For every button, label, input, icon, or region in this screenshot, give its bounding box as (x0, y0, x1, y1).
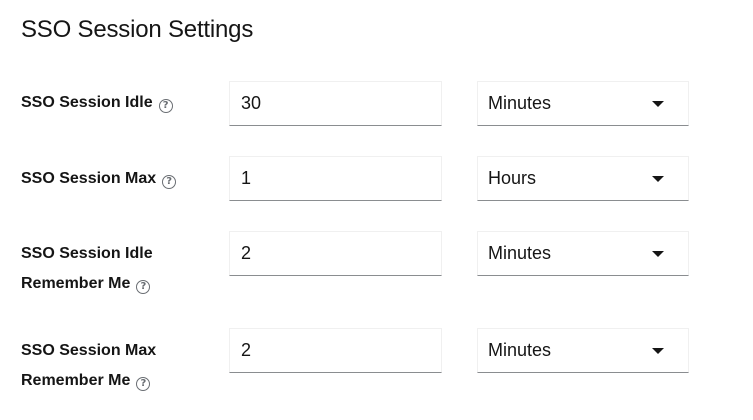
sso-session-max-input[interactable] (229, 156, 442, 201)
sso-session-idle-unit-select[interactable]: Minutes (477, 81, 689, 126)
sso-session-idle-remember-me-unit-value: Minutes (488, 243, 552, 263)
sso-session-max-remember-me-unit-value: Minutes (488, 340, 552, 360)
section-title: SSO Session Settings (21, 16, 254, 43)
sso-session-max-label-text: SSO Session Max (21, 170, 157, 187)
caret-down-icon (652, 251, 664, 257)
sso-session-max-unit-value: Hours (488, 168, 537, 188)
sso-session-idle-input[interactable] (229, 81, 442, 126)
sso-session-idle-label-text: SSO Session Idle (21, 94, 153, 111)
caret-down-icon (652, 176, 664, 182)
help-icon[interactable]: ? (158, 99, 173, 113)
sso-session-idle-remember-me-unit-select[interactable]: Minutes (477, 231, 689, 276)
caret-down-icon (652, 348, 664, 354)
sso-session-max-unit-select[interactable]: Hours (477, 156, 689, 201)
sso-session-idle-remember-me-label-line1: SSO Session Idle (21, 245, 153, 262)
sso-session-idle-remember-me-label-line2: Remember Me (21, 275, 131, 292)
sso-session-max-remember-me-input[interactable] (229, 328, 442, 373)
sso-session-idle-remember-me-input[interactable] (229, 231, 442, 276)
sso-session-max-label: SSO Session Max? (21, 164, 221, 194)
sso-session-max-remember-me-label: SSO Session Max Remember Me? (21, 336, 221, 396)
sso-session-idle-label: SSO Session Idle? (21, 88, 221, 118)
help-icon[interactable]: ? (162, 175, 177, 189)
sso-session-idle-remember-me-label: SSO Session Idle Remember Me? (21, 239, 221, 299)
help-icon[interactable]: ? (136, 377, 151, 391)
sso-session-max-remember-me-unit-select[interactable]: Minutes (477, 328, 689, 373)
sso-session-max-remember-me-label-line2: Remember Me (21, 372, 131, 389)
caret-down-icon (652, 101, 664, 107)
help-icon[interactable]: ? (136, 280, 151, 294)
sso-session-idle-unit-value: Minutes (488, 93, 552, 113)
sso-session-max-remember-me-label-line1: SSO Session Max (21, 342, 157, 359)
